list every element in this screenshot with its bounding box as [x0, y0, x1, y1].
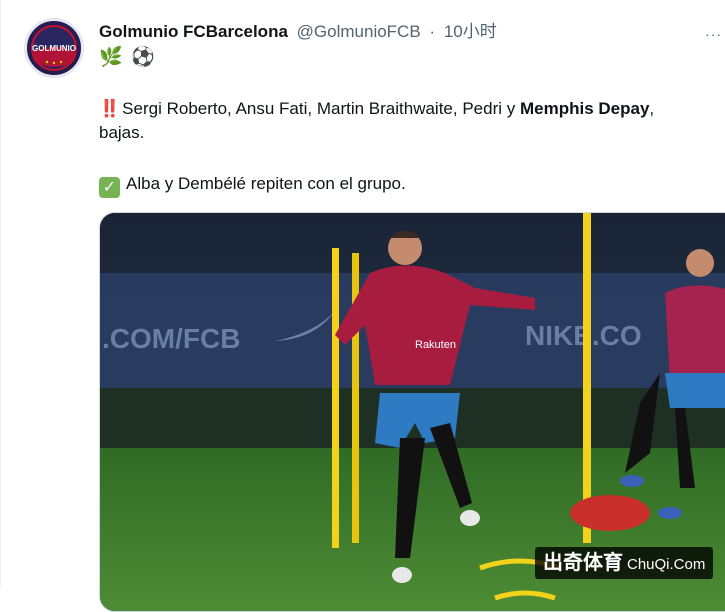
shirt-sponsor-text: Rakuten: [415, 339, 456, 351]
watermark-brand: 出奇体育: [543, 552, 623, 574]
tweet-text-line: bajas.: [99, 123, 145, 142]
training-pole: [332, 248, 339, 548]
watermark: 出奇体育 ChuQi.Com: [535, 547, 714, 579]
tweet-header: Golmunio FCBarcelona @GolmunioFCB · 10小时: [99, 20, 497, 44]
divider: [0, 0, 1, 587]
display-name[interactable]: Golmunio FCBarcelona: [99, 22, 288, 41]
double-exclamation-icon: ‼️: [99, 99, 120, 118]
tweet-text-plain: Sergi Roberto, Ansu Fati, Martin Braithw…: [122, 99, 520, 118]
separator-dot: ·: [429, 22, 436, 41]
training-dome: [570, 495, 650, 531]
soccer-ball-icon: ⚽: [130, 47, 155, 68]
tweet-card[interactable]: GOLMUNIO Golmunio FCBarcelona @GolmunioF…: [0, 0, 725, 612]
ad-board-text: .COM/FCB: [102, 323, 240, 354]
tweet-text-punct: ,: [649, 99, 655, 118]
tweet-text-line: ✓ Alba y Dembélé repiten con el grupo.: [99, 172, 725, 198]
avatar-logo-icon: GOLMUNIO: [31, 25, 77, 71]
watermark-site: ChuQi.Com: [627, 556, 706, 573]
training-pole: [583, 213, 591, 543]
more-options-icon[interactable]: ···: [705, 26, 722, 42]
timestamp[interactable]: 10小时: [444, 22, 497, 41]
svg-text:GOLMUNIO: GOLMUNIO: [32, 44, 76, 53]
check-mark-icon: ✓: [99, 177, 120, 198]
user-handle[interactable]: @GolmunioFCB: [297, 22, 421, 41]
avatar[interactable]: GOLMUNIO: [24, 18, 84, 78]
herb-icon: 🌿: [99, 47, 123, 68]
tweet-text-line: ‼️ Sergi Roberto, Ansu Fati, Martin Brait…: [99, 97, 725, 121]
tweet-text-bold: Memphis Depay: [519, 99, 650, 118]
name-emoji-row: 🌿 ⚽: [99, 46, 158, 70]
tweet-text-plain: Alba y Dembélé repiten con el grupo.: [126, 174, 406, 193]
